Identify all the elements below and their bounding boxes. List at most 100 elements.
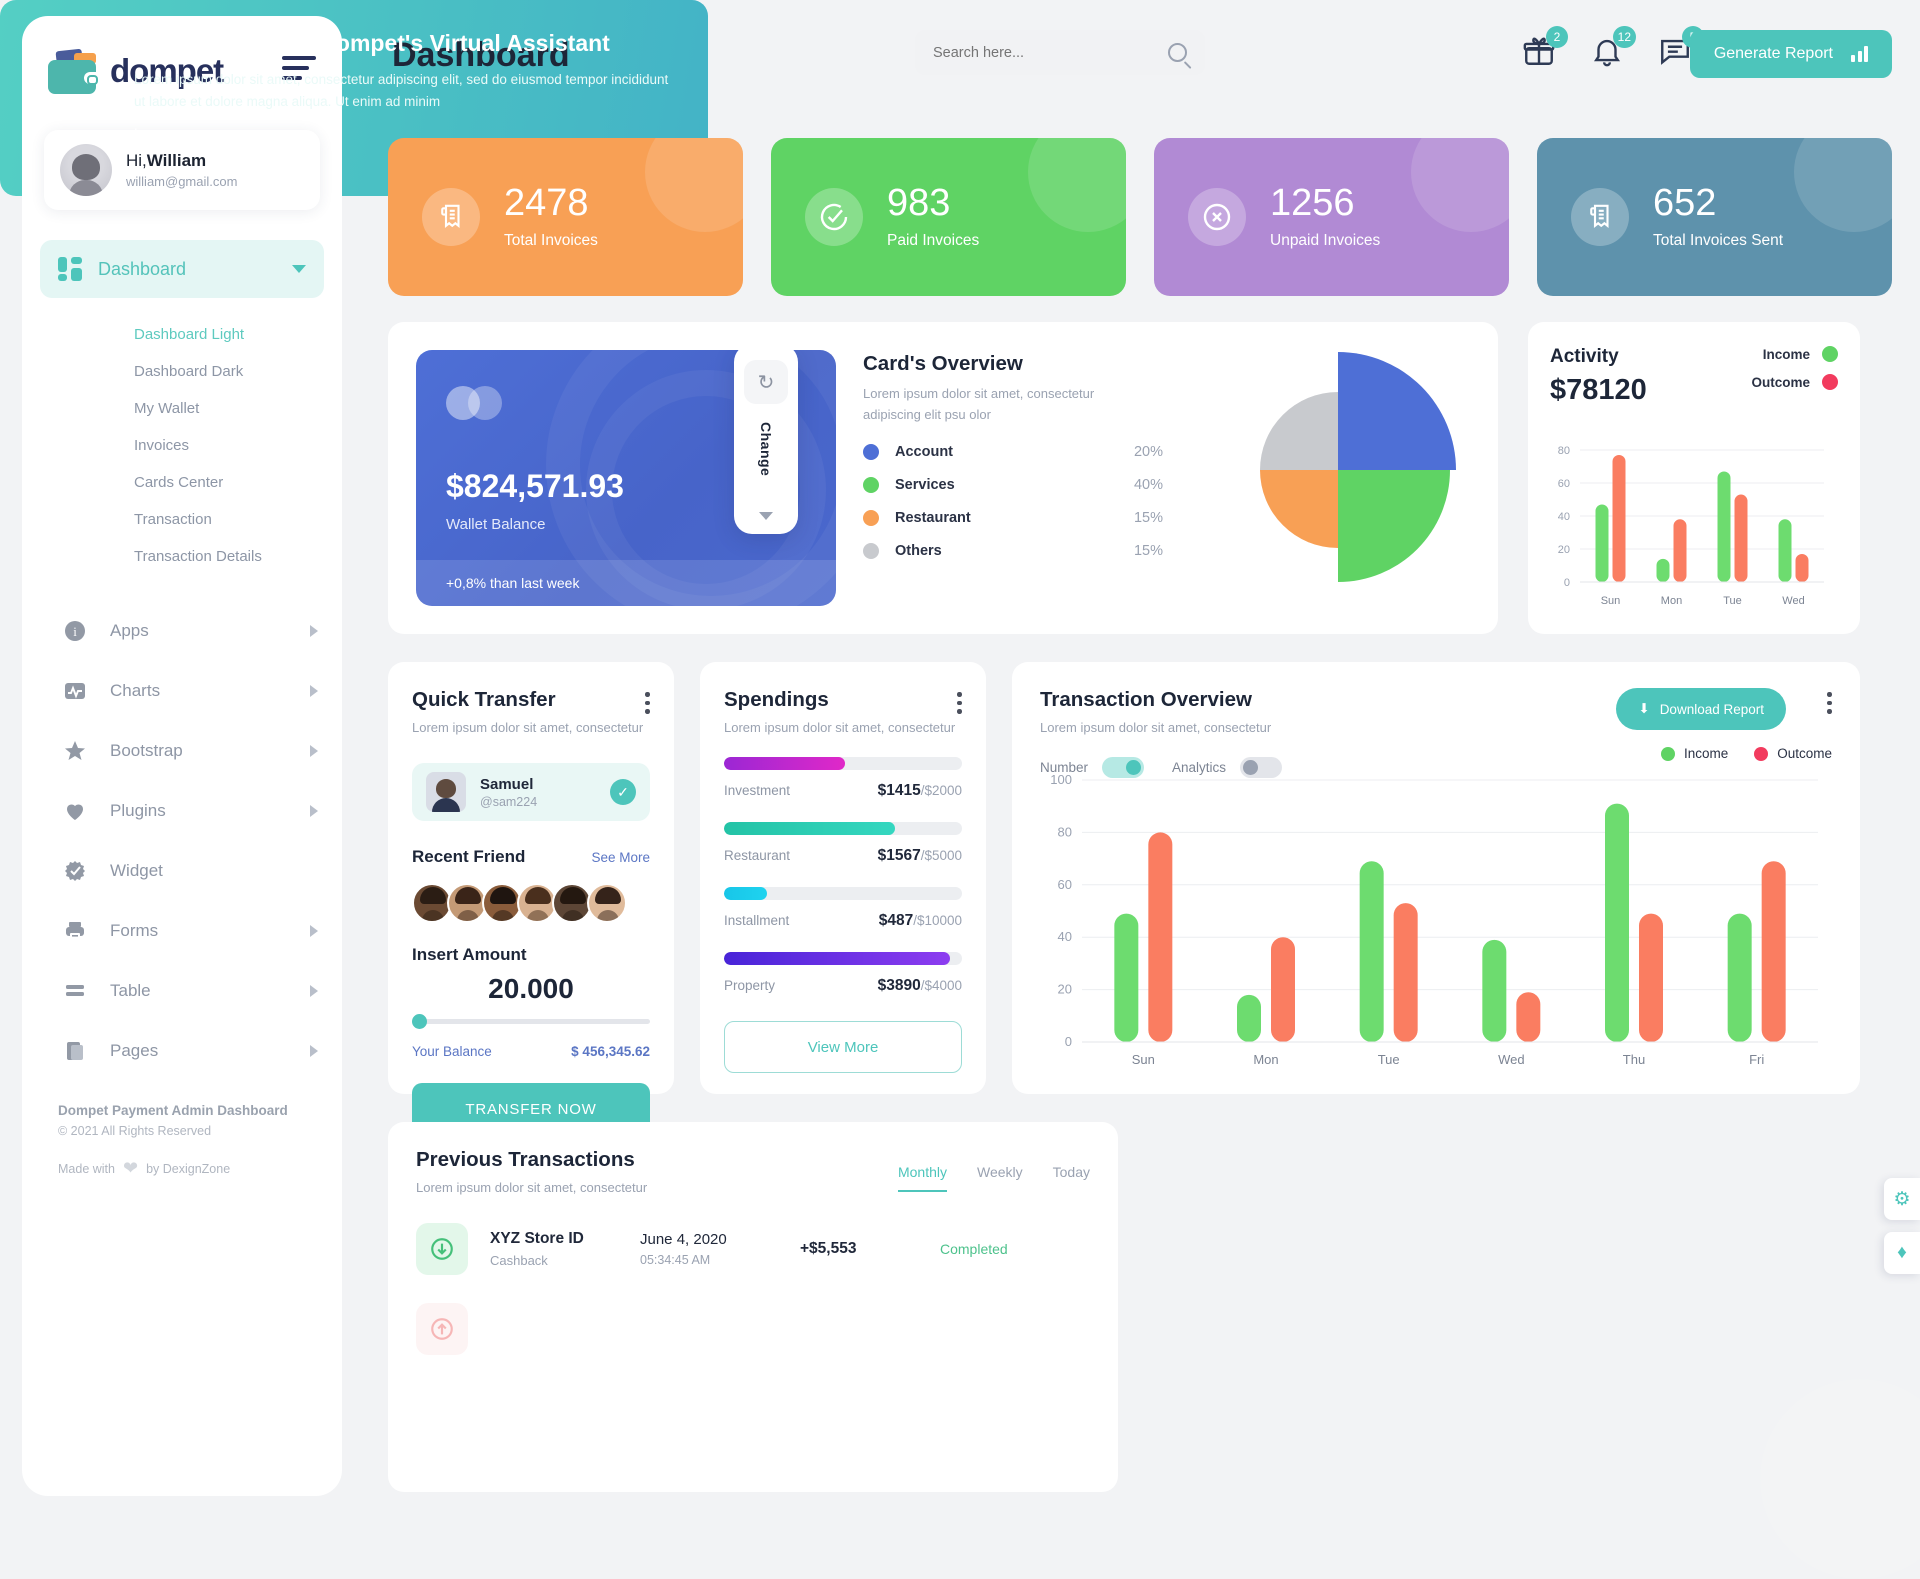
check-circle-icon (805, 188, 863, 246)
balance-value: $ 456,345.62 (571, 1044, 650, 1059)
sidebar-item-apps[interactable]: i Apps (22, 601, 342, 661)
sidebar-subitem-dashboard-light[interactable]: Dashboard Light (22, 316, 342, 353)
sidebar-item-widget[interactable]: Widget (22, 841, 342, 901)
legend-color-dot (1822, 346, 1838, 362)
wallet-overview-panel: $824,571.93 Wallet Balance +0,8% than la… (388, 322, 1498, 634)
selected-friend[interactable]: Samuel @sam224 ✓ (412, 763, 650, 821)
friend-avatar[interactable] (517, 883, 557, 923)
sidebar-item-plugins[interactable]: Plugins (22, 781, 342, 841)
search-icon[interactable] (1168, 43, 1187, 62)
progress-track (724, 822, 962, 835)
wallet-balance-label: Wallet Balance (446, 516, 546, 533)
avatar (60, 144, 112, 196)
friend-avatar[interactable] (552, 883, 592, 923)
sidebar-main-menu: i Apps Charts Bootstrap Plugins Widget F… (22, 601, 342, 1081)
chevron-down-icon (292, 265, 306, 273)
friend-avatar[interactable] (412, 883, 452, 923)
table-row[interactable] (416, 1303, 1090, 1355)
tab-monthly[interactable]: Monthly (897, 1164, 947, 1192)
see-more-link[interactable]: See More (591, 850, 650, 865)
table-icon (62, 978, 88, 1004)
pages-icon (62, 1038, 88, 1064)
legend-item-others: Others 15% (863, 542, 1163, 559)
sidebar-item-label: Apps (110, 621, 149, 640)
assistant-body: Lorem ipsum dolor sit amet, consectetur … (134, 72, 669, 109)
sidebar-item-table[interactable]: Table (22, 961, 342, 1021)
legend-item-outcome: Outcome (1754, 746, 1832, 761)
svg-text:80: 80 (1558, 445, 1570, 457)
sidebar-subitem-transaction-details[interactable]: Transaction Details (22, 538, 342, 575)
sidebar-subitem-cards-center[interactable]: Cards Center (22, 464, 342, 501)
amount-slider[interactable] (412, 1014, 650, 1029)
tab-today[interactable]: Today (1053, 1164, 1090, 1192)
svg-text:0: 0 (1564, 577, 1570, 589)
gift-icon[interactable]: 2 (1522, 26, 1568, 74)
sidebar-item-dashboard[interactable]: Dashboard (40, 240, 324, 298)
spending-total: /$4000 (920, 978, 962, 993)
legend-label: Restaurant (895, 509, 971, 526)
sidebar-subitem-invoices[interactable]: Invoices (22, 427, 342, 464)
legend-label: Services (895, 476, 955, 493)
transaction-time: 05:34:45 AM (640, 1253, 711, 1267)
search-input[interactable] (933, 44, 1168, 61)
sidebar-item-label: Dashboard (98, 258, 187, 279)
quick-transfer-subtitle: Lorem ipsum dolor sit amet, consectetur (412, 720, 644, 735)
sidebar-subitem-transaction[interactable]: Transaction (22, 501, 342, 538)
recent-friend-avatars[interactable] (412, 883, 650, 923)
change-label: Change (758, 422, 774, 477)
chevron-right-icon (310, 1045, 318, 1057)
sidebar-item-label: Forms (110, 921, 159, 940)
assistant-learn-more-link[interactable]: Learn more >> (134, 126, 674, 141)
spending-value: $3890 (877, 977, 921, 994)
recent-friend-header: Recent Friend See More (412, 847, 650, 867)
gear-check-icon (62, 858, 88, 884)
stat-card-paid-invoices[interactable]: 983 Paid Invoices (771, 138, 1126, 296)
transfer-amount-value[interactable]: 20.000 (412, 973, 650, 1005)
sidebar-item-pages[interactable]: Pages (22, 1021, 342, 1081)
transaction-overview-more-icon[interactable] (1827, 692, 1832, 718)
refresh-icon[interactable]: ↻ (744, 360, 788, 404)
chevron-right-icon (310, 805, 318, 817)
stat-card-total-invoices-sent[interactable]: 652 Total Invoices Sent (1537, 138, 1892, 296)
tab-weekly[interactable]: Weekly (977, 1164, 1023, 1192)
sidebar-subitem-dashboard-dark[interactable]: Dashboard Dark (22, 353, 342, 390)
sidebar-item-bootstrap[interactable]: Bootstrap (22, 721, 342, 781)
mastercard-icon (446, 386, 512, 420)
download-report-button[interactable]: ⬇ Download Report (1616, 688, 1786, 730)
view-more-button[interactable]: View More (724, 1021, 962, 1073)
footer-credit: Made with ❤ by DexignZone (58, 1158, 306, 1179)
chevron-down-icon[interactable] (759, 512, 773, 520)
progress-fill (724, 952, 951, 965)
spendings-more-icon[interactable] (957, 692, 962, 718)
spending-item-restaurant: Restaurant $1567 /$5000 (724, 822, 962, 865)
wallet-card[interactable]: $824,571.93 Wallet Balance +0,8% than la… (416, 350, 836, 606)
insert-amount-label: Insert Amount (412, 945, 527, 964)
chevron-right-icon (310, 625, 318, 637)
legend-color-dot (863, 509, 879, 526)
svg-text:i: i (73, 624, 77, 639)
table-row[interactable]: XYZ Store ID Cashback June 4, 2020 05:34… (416, 1223, 1090, 1275)
search-box[interactable] (915, 30, 1205, 75)
stat-card-unpaid-invoices[interactable]: 1256 Unpaid Invoices (1154, 138, 1509, 296)
svg-text:Thu: Thu (1623, 1052, 1645, 1067)
chevron-right-icon (310, 985, 318, 997)
spendings-subtitle: Lorem ipsum dolor sit amet, consectetur (724, 720, 956, 735)
progress-fill (724, 887, 767, 900)
friend-avatar[interactable] (447, 883, 487, 923)
sidebar-item-forms[interactable]: Forms (22, 901, 342, 961)
generate-report-button[interactable]: Generate Report (1689, 30, 1892, 78)
theme-drop-icon[interactable]: ♦ (1884, 1232, 1920, 1274)
bell-icon[interactable]: 12 (1590, 26, 1636, 74)
sidebar-item-charts[interactable]: Charts (22, 661, 342, 721)
x-circle-icon (1188, 188, 1246, 246)
change-card-control[interactable]: ↻ Change (734, 350, 798, 534)
sidebar-subitem-my-wallet[interactable]: My Wallet (22, 390, 342, 427)
friend-avatar[interactable] (482, 883, 522, 923)
slider-handle[interactable] (412, 1014, 427, 1029)
quick-transfer-more-icon[interactable] (645, 692, 650, 718)
check-icon: ✓ (610, 779, 636, 805)
friend-avatar[interactable] (587, 883, 627, 923)
gift-badge: 2 (1546, 26, 1568, 48)
settings-gear-icon[interactable]: ⚙ (1884, 1178, 1920, 1220)
legend-label: Income (1683, 746, 1729, 761)
